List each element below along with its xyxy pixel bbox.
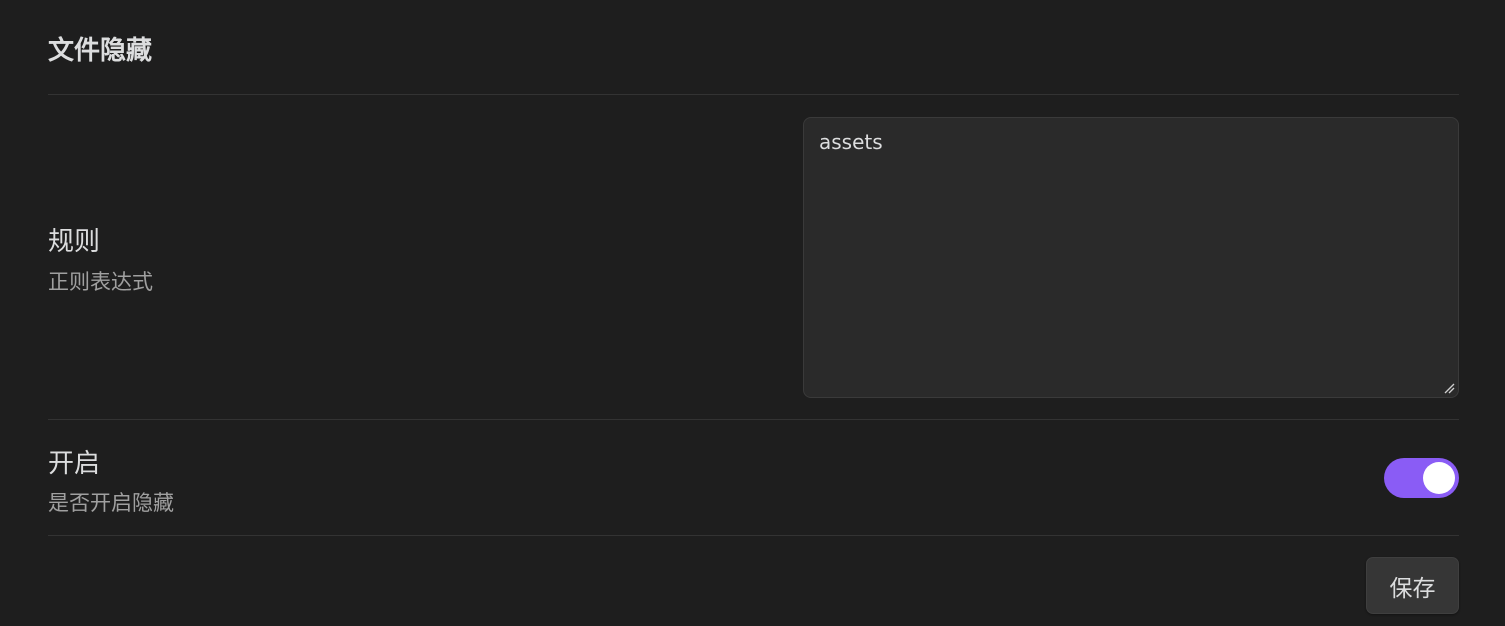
rules-textarea[interactable]: assets	[803, 117, 1459, 398]
divider	[48, 535, 1459, 536]
enable-toggle[interactable]	[1384, 458, 1459, 498]
enable-setting-description: 是否开启隐藏	[48, 491, 174, 515]
rules-textarea-value: assets	[819, 130, 883, 154]
enable-setting-name: 开启	[48, 449, 101, 479]
rules-setting-description: 正则表达式	[48, 270, 153, 294]
divider	[48, 419, 1459, 420]
divider	[48, 94, 1459, 95]
toggle-knob	[1423, 462, 1455, 494]
save-button[interactable]: 保存	[1366, 557, 1459, 614]
rules-setting-name: 规则	[48, 227, 101, 257]
settings-page: 文件隐藏 规则 正则表达式 assets 开启 是否开启隐藏 保存	[0, 0, 1505, 626]
resize-grip-icon[interactable]	[1443, 382, 1455, 394]
section-title: 文件隐藏	[48, 36, 153, 66]
